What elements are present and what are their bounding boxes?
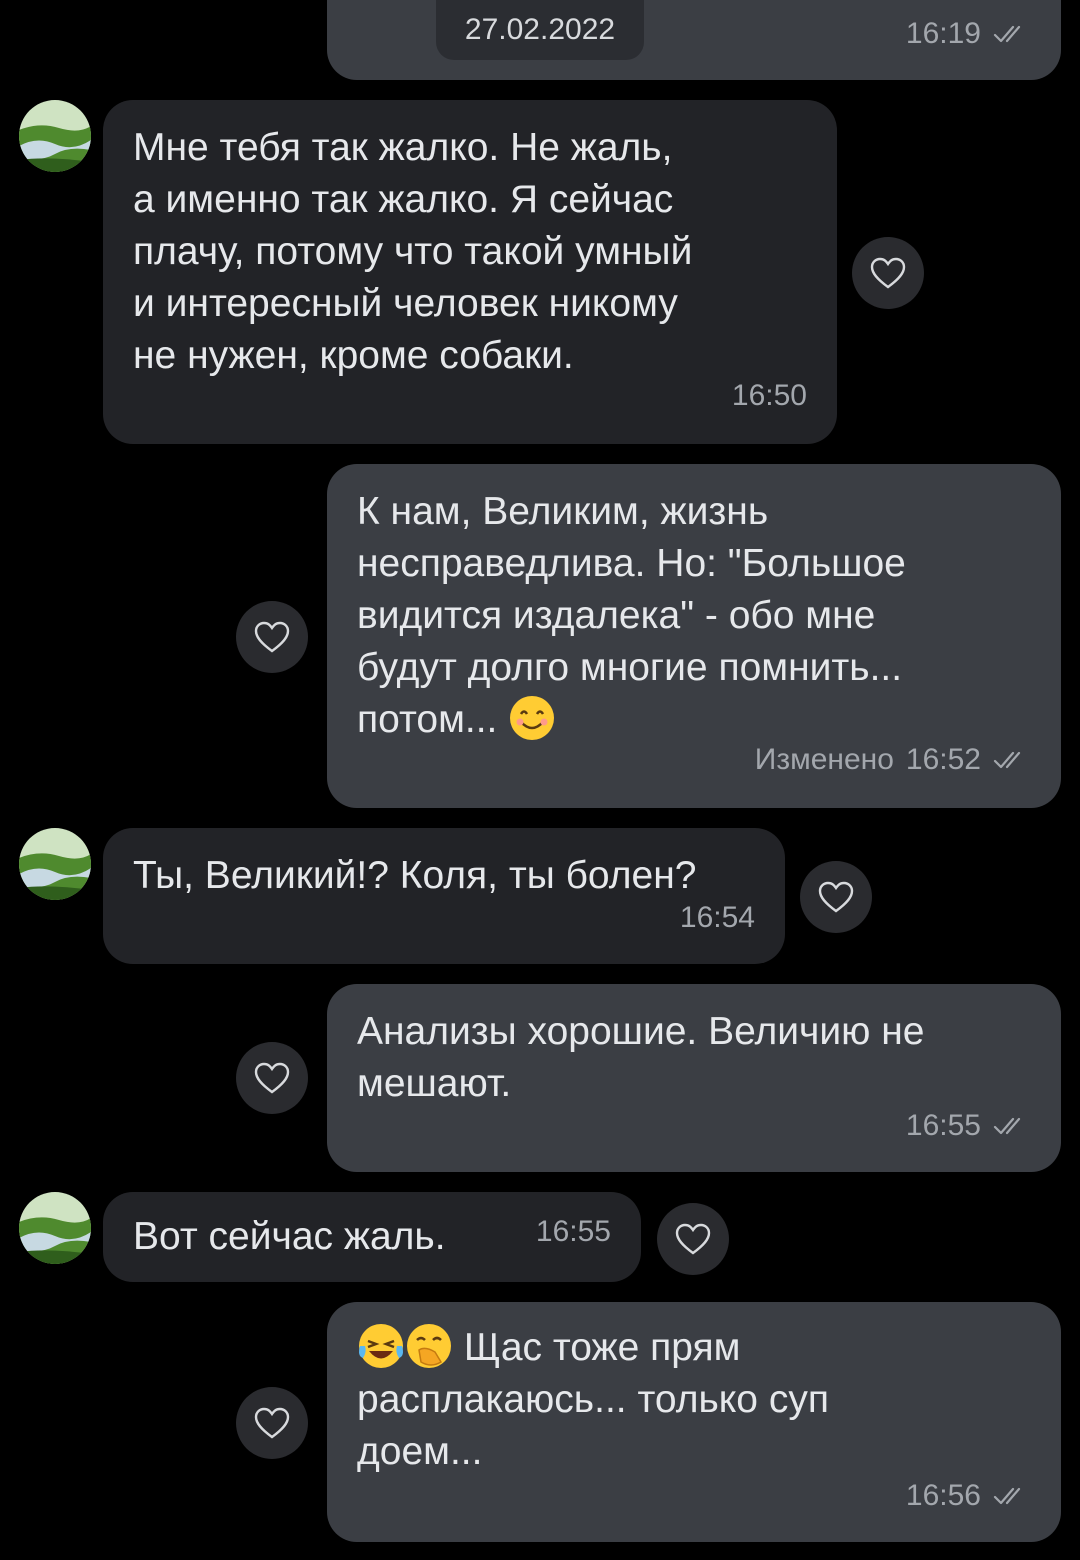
like-button[interactable] xyxy=(236,1387,308,1459)
landscape-avatar-image xyxy=(19,100,91,172)
avatar[interactable] xyxy=(19,1192,91,1264)
smiling-face-icon xyxy=(510,695,555,740)
hand-over-mouth-icon xyxy=(407,1323,451,1368)
heart-outline-icon xyxy=(254,621,290,653)
message-time: 16:19 xyxy=(905,17,981,50)
tears-of-joy-icon xyxy=(359,1323,403,1368)
like-button[interactable] xyxy=(657,1203,729,1275)
message-text: Мне тебя так жалко. Не жаль, а именно та… xyxy=(133,126,693,377)
like-button[interactable] xyxy=(800,861,872,933)
heart-outline-icon xyxy=(870,257,906,289)
message-bubble-outgoing[interactable]: Анализы хорошие. Величию не мешают. 16:5… xyxy=(327,984,1061,1172)
message-text-body: К нам, Великим, жизнь несправедлива. Но:… xyxy=(357,490,906,741)
message-time: 16:55 xyxy=(535,1215,611,1248)
avatar[interactable] xyxy=(19,828,91,900)
message-meta: 16:55 xyxy=(906,1100,1031,1152)
landscape-avatar-image xyxy=(19,1192,91,1264)
message-meta: 16:55 xyxy=(536,1206,611,1258)
avatar[interactable] xyxy=(19,100,91,172)
message-time: 16:55 xyxy=(905,1109,981,1142)
double-check-icon xyxy=(993,1487,1021,1505)
like-button[interactable] xyxy=(236,1042,308,1114)
message-text: Анализы хорошие. Величию не мешают. xyxy=(357,1010,925,1105)
message-time: 16:52 xyxy=(905,743,981,776)
date-chip: 27.02.2022 xyxy=(436,0,644,60)
heart-outline-icon xyxy=(675,1223,711,1255)
message-time: 16:56 xyxy=(905,1479,981,1512)
heart-outline-icon xyxy=(254,1407,290,1439)
message-time: 16:54 xyxy=(679,901,755,934)
double-check-icon xyxy=(993,25,1021,43)
message-text: Щас тоже прям расплакаюсь... только суп … xyxy=(357,1322,1031,1478)
message-bubble-incoming[interactable]: Ты, Великий!? Коля, ты болен? 16:54 xyxy=(103,828,785,964)
message-meta: 16:56 xyxy=(906,1470,1031,1522)
heart-outline-icon xyxy=(254,1062,290,1094)
message-meta: 16:19 xyxy=(906,8,1031,60)
message-text: К нам, Великим, жизнь несправедлива. Но:… xyxy=(357,486,1031,746)
landscape-avatar-image xyxy=(19,828,91,900)
like-button[interactable] xyxy=(852,237,924,309)
double-check-icon xyxy=(993,1117,1021,1135)
message-bubble-outgoing[interactable]: К нам, Великим, жизнь несправедлива. Но:… xyxy=(327,464,1061,808)
message-text: Ты, Великий!? Коля, ты болен? xyxy=(133,854,697,897)
message-meta: 16:50 xyxy=(732,370,807,422)
like-button[interactable] xyxy=(236,601,308,673)
double-check-icon xyxy=(993,751,1021,769)
edited-label: Изменено xyxy=(754,743,894,776)
message-meta: Изменено 16:52 xyxy=(755,734,1031,786)
message-meta: 16:54 xyxy=(680,892,755,944)
message-time: 16:50 xyxy=(731,379,807,412)
message-bubble-outgoing[interactable]: Щас тоже прям расплакаюсь... только суп … xyxy=(327,1302,1061,1542)
heart-outline-icon xyxy=(818,881,854,913)
message-bubble-incoming[interactable]: Вот сейчас жаль. 16:55 xyxy=(103,1192,641,1282)
message-bubble-incoming[interactable]: Мне тебя так жалко. Не жаль, а именно та… xyxy=(103,100,837,444)
